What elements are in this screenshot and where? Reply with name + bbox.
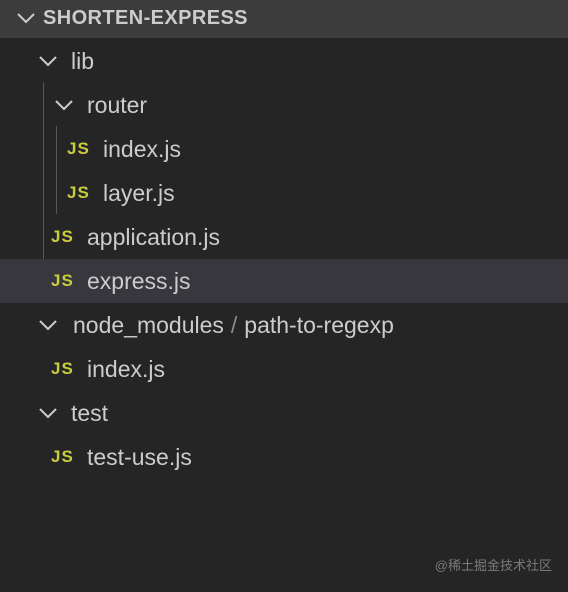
chevron-down-icon[interactable] — [14, 6, 38, 30]
folder-label-path-to-regexp[interactable]: path-to-regexp — [244, 312, 394, 338]
tree-folder-lib[interactable]: lib — [0, 39, 568, 83]
tree-file-application-js[interactable]: JS application.js — [0, 215, 568, 259]
file-label: express.js — [87, 268, 191, 294]
folder-label: lib — [71, 48, 95, 74]
tree-folder-node-modules-path-to-regexp[interactable]: node_modules / path-to-regexp — [0, 303, 568, 347]
explorer-section-header[interactable]: SHORTEN-EXPRESS — [0, 0, 568, 38]
file-label: index.js — [103, 136, 181, 162]
project-title: SHORTEN-EXPRESS — [43, 7, 248, 29]
js-file-icon: JS — [51, 271, 74, 290]
js-file-icon: JS — [51, 359, 74, 378]
chevron-down-icon[interactable] — [52, 93, 76, 117]
watermark: @稀土掘金技术社区 — [434, 558, 552, 573]
folder-label: test — [71, 400, 109, 426]
file-explorer: SHORTEN-EXPRESS lib router JS index.js J… — [0, 0, 568, 592]
tree-file-path-to-regexp-index-js[interactable]: JS index.js — [0, 347, 568, 391]
tree-file-router-index-js[interactable]: JS index.js — [0, 127, 568, 171]
path-separator: / — [230, 312, 238, 338]
folder-label: router — [87, 92, 148, 118]
file-label: application.js — [87, 224, 220, 250]
tree-folder-test[interactable]: test — [0, 391, 568, 435]
file-label: index.js — [87, 356, 165, 382]
chevron-down-icon[interactable] — [36, 401, 60, 425]
js-file-icon: JS — [67, 139, 90, 158]
compact-folder-label: node_modules / path-to-regexp — [73, 312, 394, 339]
file-label: test-use.js — [87, 444, 192, 470]
tree-file-test-use-js[interactable]: JS test-use.js — [0, 435, 568, 479]
tree-folder-router[interactable]: router — [0, 83, 568, 127]
js-file-icon: JS — [51, 227, 74, 246]
chevron-down-icon[interactable] — [36, 49, 60, 73]
chevron-down-icon[interactable] — [36, 313, 60, 337]
folder-label-node-modules[interactable]: node_modules — [73, 312, 224, 338]
file-label: layer.js — [103, 180, 175, 206]
tree-file-layer-js[interactable]: JS layer.js — [0, 171, 568, 215]
js-file-icon: JS — [67, 183, 90, 202]
js-file-icon: JS — [51, 447, 74, 466]
tree-file-express-js[interactable]: JS express.js — [0, 259, 568, 303]
